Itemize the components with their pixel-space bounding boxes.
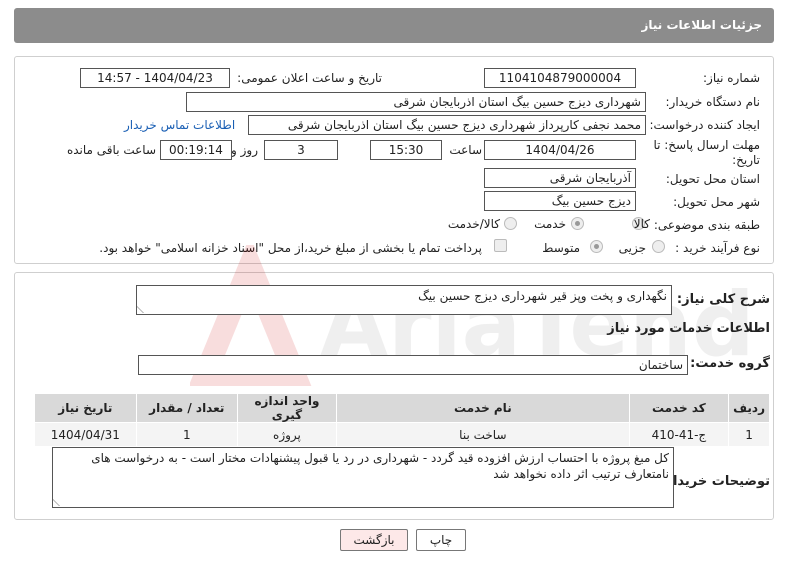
cell-row-number: 1 bbox=[728, 422, 770, 447]
summary-text: نگهداری و پخت وپز قیر شهرداری دیزج حسین … bbox=[418, 289, 667, 303]
days-label: روز و bbox=[231, 143, 258, 157]
cell-quantity: 1 bbox=[135, 422, 238, 447]
col-row-number: ردیف bbox=[728, 393, 770, 423]
col-unit: واحد اندازه گیری bbox=[236, 393, 338, 423]
table-row: 1 ج-41-410 ساخت بنا پروژه 1 1404/04/31 bbox=[34, 422, 770, 447]
buyer-notes-label: توضیحات خریدار: bbox=[660, 474, 770, 489]
category-option-goods-service: کالا/خدمت bbox=[447, 217, 500, 231]
payment-note: پرداخت تمام یا بخشی از مبلغ خرید،از محل … bbox=[99, 241, 482, 255]
province-field: آذربایجان شرقی bbox=[484, 168, 636, 188]
category-label: طبقه بندی موضوعی: bbox=[653, 218, 760, 232]
cell-service-name: ساخت بنا bbox=[336, 422, 630, 447]
need-number-field: 1104104879000004 bbox=[484, 68, 636, 88]
creator-field: محمد نجفی کارپرداز شهرداری دیزج حسین بیگ… bbox=[248, 115, 646, 135]
buyer-org-label: نام دستگاه خریدار: bbox=[665, 95, 761, 109]
deadline-label: مهلت ارسال پاسخ: تا تاریخ: bbox=[653, 138, 760, 167]
back-button[interactable]: بازگشت bbox=[340, 529, 408, 551]
resize-grip-icon[interactable] bbox=[137, 305, 151, 313]
category-radio-service[interactable] bbox=[571, 217, 584, 230]
col-service-code: کد خدمت bbox=[628, 393, 730, 423]
service-group-field: ساختمان bbox=[138, 355, 688, 375]
city-field: دیزج حسین بیگ bbox=[484, 191, 636, 211]
need-number-label: شماره نیاز: bbox=[703, 71, 760, 85]
process-option-medium: متوسط bbox=[542, 241, 580, 255]
service-group-label: گروه خدمت: bbox=[690, 356, 770, 371]
contact-info-link[interactable]: اطلاعات تماس خریدار bbox=[124, 118, 235, 132]
services-table-header: ردیف کد خدمت نام خدمت واحد اندازه گیری ت… bbox=[34, 393, 770, 423]
remaining-label: ساعت باقی مانده bbox=[66, 143, 156, 157]
page-header: جزئیات اطلاعات نیاز bbox=[14, 8, 774, 43]
deadline-time-field: 15:30 bbox=[370, 140, 442, 160]
treasury-payment-checkbox[interactable] bbox=[494, 239, 507, 252]
cell-service-code: ج-41-410 bbox=[628, 422, 730, 447]
province-label: استان محل تحویل: bbox=[665, 172, 760, 186]
category-radio-goods-service[interactable] bbox=[504, 217, 517, 230]
cell-unit: پروژه bbox=[236, 422, 338, 447]
col-need-date: تاریخ نیاز bbox=[34, 393, 137, 423]
buyer-notes-textarea[interactable]: کل مبغ پروژه با احتساب ارزش افزوده قید گ… bbox=[52, 447, 674, 508]
announce-label: تاریخ و ساعت اعلان عمومی: bbox=[237, 71, 382, 85]
process-option-minor: جزیی bbox=[618, 241, 646, 255]
buyer-org-field: شهرداری دیزج حسین بیگ استان اذربایجان شر… bbox=[186, 92, 646, 112]
col-service-name: نام خدمت bbox=[336, 393, 630, 423]
page-title: جزئیات اطلاعات نیاز bbox=[641, 18, 762, 32]
summary-textarea[interactable]: نگهداری و پخت وپز قیر شهرداری دیزج حسین … bbox=[136, 285, 672, 315]
remaining-time-field: 00:19:14 bbox=[160, 140, 232, 160]
process-radio-minor[interactable] bbox=[652, 240, 665, 253]
print-button[interactable]: چاپ bbox=[416, 529, 466, 551]
col-quantity: تعداد / مقدار bbox=[135, 393, 238, 423]
deadline-time-label: ساعت bbox=[449, 143, 482, 157]
process-radio-medium[interactable] bbox=[590, 240, 603, 253]
category-option-goods: کالا bbox=[633, 217, 650, 231]
services-section-title: اطلاعات خدمات مورد نیاز bbox=[607, 321, 770, 336]
city-label: شهر محل تحویل: bbox=[673, 195, 760, 209]
deadline-date-field: 1404/04/26 bbox=[484, 140, 636, 160]
cell-need-date: 1404/04/31 bbox=[34, 422, 137, 447]
days-field: 3 bbox=[264, 140, 338, 160]
buyer-notes-text: کل مبغ پروژه با احتساب ارزش افزوده قید گ… bbox=[91, 451, 669, 481]
services-table: ردیف کد خدمت نام خدمت واحد اندازه گیری ت… bbox=[34, 393, 770, 447]
creator-label: ایجاد کننده درخواست: bbox=[649, 118, 760, 132]
resize-grip-icon[interactable] bbox=[53, 498, 67, 506]
announce-field: 1404/04/23 - 14:57 bbox=[80, 68, 230, 88]
process-label: نوع فرآیند خرید : bbox=[675, 241, 760, 255]
category-option-service: خدمت bbox=[534, 217, 566, 231]
summary-label: شرح کلی نیاز: bbox=[676, 292, 770, 307]
